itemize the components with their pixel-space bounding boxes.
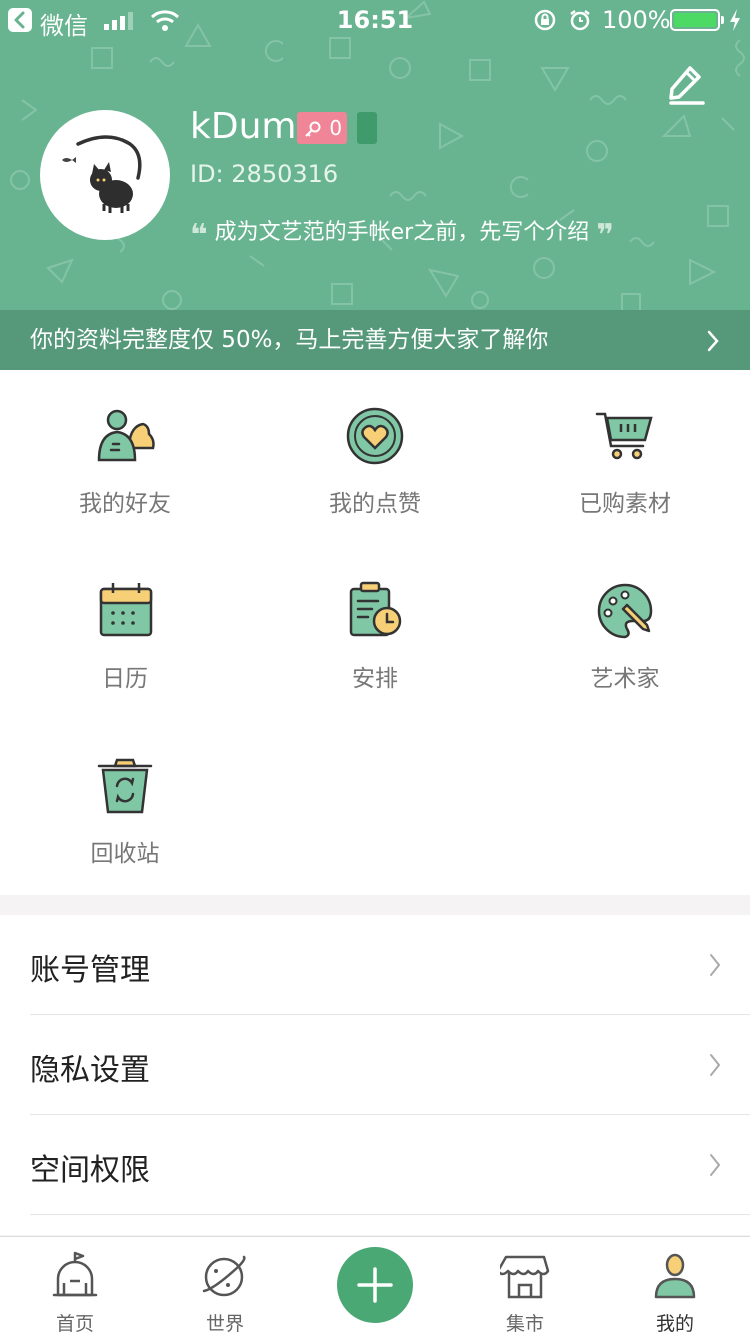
- battery-cap: [721, 16, 724, 24]
- grid-item-calendar[interactable]: 日历: [0, 545, 250, 720]
- alarm-icon: [570, 10, 590, 31]
- grid-item-label: 回收站: [90, 841, 160, 867]
- battery-percent: 100%: [602, 6, 671, 34]
- member-badge[interactable]: [357, 112, 377, 144]
- edit-profile-icon[interactable]: [666, 64, 706, 106]
- shopping-cart-icon: [595, 412, 653, 460]
- tab-label: 集市: [505, 1313, 544, 1334]
- chevron-right-icon: [710, 1154, 721, 1176]
- profile-completion-banner[interactable]: 你的资料完整度仅 50%，马上完善方便大家了解你: [0, 310, 750, 370]
- chevron-right-icon: [710, 954, 721, 976]
- username: kDum: [190, 106, 297, 147]
- tab-world[interactable]: 世界: [150, 1237, 300, 1334]
- grid-item-artist[interactable]: 艺术家: [500, 545, 750, 720]
- settings-item-label: 空间权限: [30, 1153, 150, 1188]
- tab-label: 世界: [205, 1313, 244, 1334]
- grid-item-label: 日历: [102, 666, 148, 692]
- settings-item-label: 隐私设置: [30, 1053, 150, 1088]
- avatar[interactable]: [40, 110, 170, 240]
- settings-item-privacy[interactable]: 隐私设置: [0, 1015, 750, 1115]
- rotation-lock-icon: [534, 9, 556, 31]
- heart-like-icon: [346, 407, 404, 465]
- house-icon: [52, 1251, 98, 1297]
- grid-item-label: 安排: [352, 666, 398, 692]
- settings-item-label: 账号管理: [30, 953, 150, 988]
- grid-item-label: 我的点赞: [329, 491, 421, 517]
- calendar-icon: [99, 583, 153, 637]
- tab-label: 我的: [655, 1313, 694, 1334]
- grid-item-friends[interactable]: 我的好友: [0, 370, 250, 545]
- charging-icon: [730, 9, 740, 31]
- storefront-icon: [500, 1255, 550, 1299]
- divider: [30, 1214, 750, 1215]
- user-id: ID: 2850316: [190, 160, 339, 188]
- tab-market[interactable]: 集市: [450, 1237, 600, 1334]
- profile-intro[interactable]: ❝ 成为文艺范的手帐er之前，先写个介绍 ❞: [190, 214, 614, 253]
- profile-intro-text: 成为文艺范的手帐er之前，先写个介绍: [214, 220, 590, 245]
- profile-completion-text: 你的资料完整度仅 50%，马上完善方便大家了解你: [30, 327, 549, 353]
- profile-header: 微信 16:51 100% kDum 0 ID: 2850316 ❝ 成为文艺范…: [0, 0, 750, 370]
- level-badge[interactable]: 0: [297, 112, 347, 144]
- tab-mine[interactable]: 我的: [600, 1237, 750, 1334]
- user-profile-icon: [654, 1253, 696, 1299]
- grid-item-likes[interactable]: 我的点赞: [250, 370, 500, 545]
- feature-grid: 我的好友 我的点赞 已购素材 日历 安排 艺术家 回收站: [0, 370, 750, 895]
- recycle-bin-icon: [97, 758, 153, 814]
- grid-item-purchased[interactable]: 已购素材: [500, 370, 750, 545]
- artist-palette-icon: [597, 583, 653, 639]
- tab-label: 首页: [55, 1313, 94, 1334]
- settings-item-space-permissions[interactable]: 空间权限: [0, 1115, 750, 1215]
- settings-item-account[interactable]: 账号管理: [0, 915, 750, 1015]
- status-bar: 微信 16:51 100%: [0, 0, 750, 40]
- grid-item-label: 我的好友: [79, 491, 171, 517]
- grid-item-label: 艺术家: [590, 666, 660, 692]
- key-icon: [305, 121, 321, 137]
- black-cat-avatar-icon: [62, 135, 142, 213]
- quote-open-icon: ❝: [190, 218, 208, 253]
- battery-icon: [670, 9, 720, 31]
- settings-list: 账号管理 隐私设置 空间权限: [0, 915, 750, 1235]
- tab-home[interactable]: 首页: [0, 1237, 150, 1334]
- planet-icon: [202, 1255, 246, 1297]
- plus-icon: [357, 1267, 393, 1303]
- create-button[interactable]: [337, 1247, 413, 1323]
- quote-close-icon: ❞: [596, 218, 614, 253]
- level-badge-count: 0: [329, 116, 343, 140]
- grid-item-schedule[interactable]: 安排: [250, 545, 500, 720]
- schedule-clipboard-icon: [349, 581, 402, 637]
- grid-item-label: 已购素材: [579, 491, 671, 517]
- friends-icon: [97, 409, 155, 462]
- chevron-right-icon: [710, 1054, 721, 1076]
- chevron-right-icon: [707, 330, 719, 352]
- grid-item-recycle-bin[interactable]: 回收站: [0, 720, 250, 895]
